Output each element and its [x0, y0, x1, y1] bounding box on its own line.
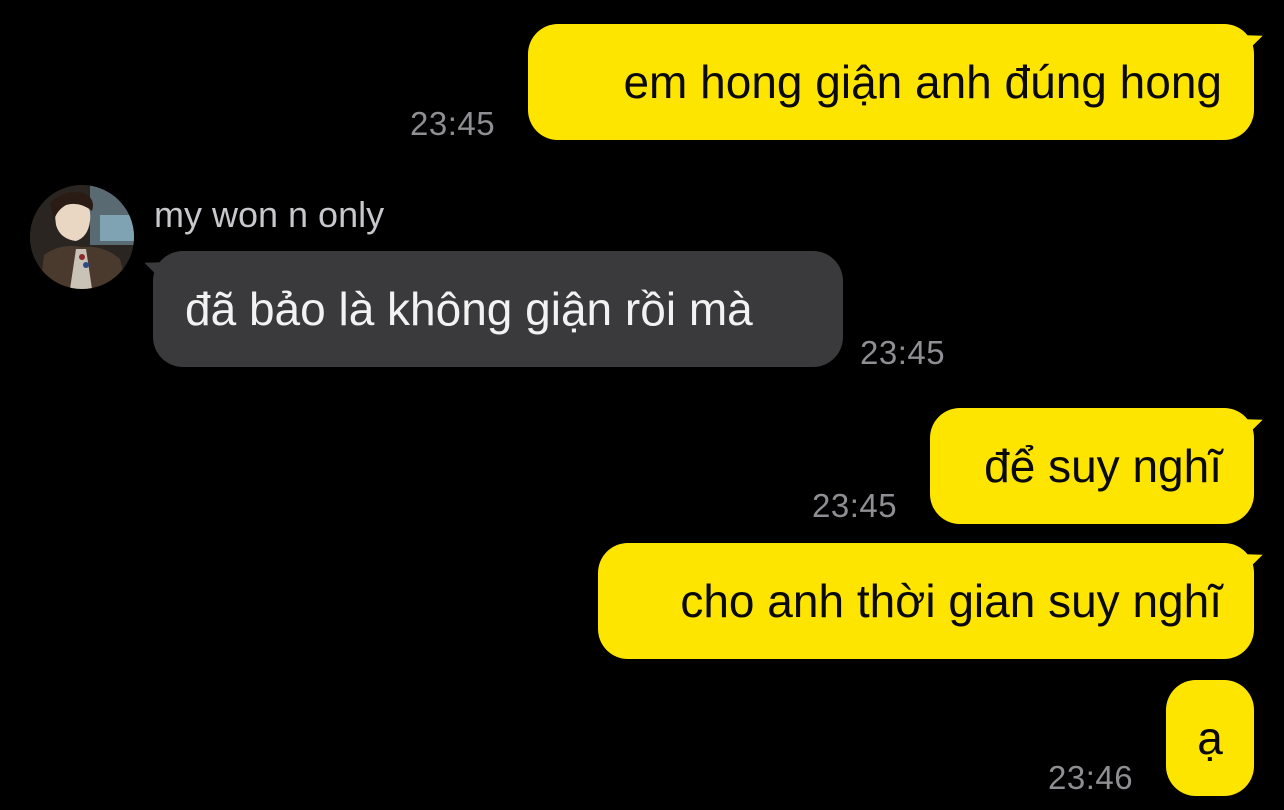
contact-avatar[interactable]	[30, 185, 134, 289]
message-text: cho anh thời gian suy nghĩ	[680, 575, 1222, 627]
message-text: em hong giận anh đúng hong	[623, 56, 1222, 108]
bubble-tail	[1232, 410, 1268, 442]
message-timestamp: 23:45	[812, 487, 898, 524]
message-timestamp: 23:45	[860, 334, 946, 371]
sent-message-bubble[interactable]: để suy nghĩ	[930, 408, 1268, 524]
bubble-tail	[1232, 26, 1268, 58]
message-timestamp: 23:46	[1048, 759, 1134, 796]
message-timestamp: 23:45	[410, 105, 496, 142]
message-text: để suy nghĩ	[984, 440, 1222, 492]
bubble-tail	[139, 253, 175, 285]
contact-name: my won n only	[154, 194, 385, 235]
sent-message-bubble[interactable]: cho anh thời gian suy nghĩ	[598, 543, 1268, 659]
message-text: ạ	[1197, 712, 1223, 764]
message-text: đã bảo là không giận rồi mà	[185, 283, 753, 335]
profile-photo-icon	[30, 185, 134, 289]
bubble-tail	[1232, 545, 1268, 577]
sent-message-bubble[interactable]: em hong giận anh đúng hong	[528, 24, 1268, 140]
sent-message-bubble[interactable]: ạ	[1166, 680, 1254, 796]
received-message-bubble[interactable]: đã bảo là không giận rồi mà	[139, 251, 843, 367]
